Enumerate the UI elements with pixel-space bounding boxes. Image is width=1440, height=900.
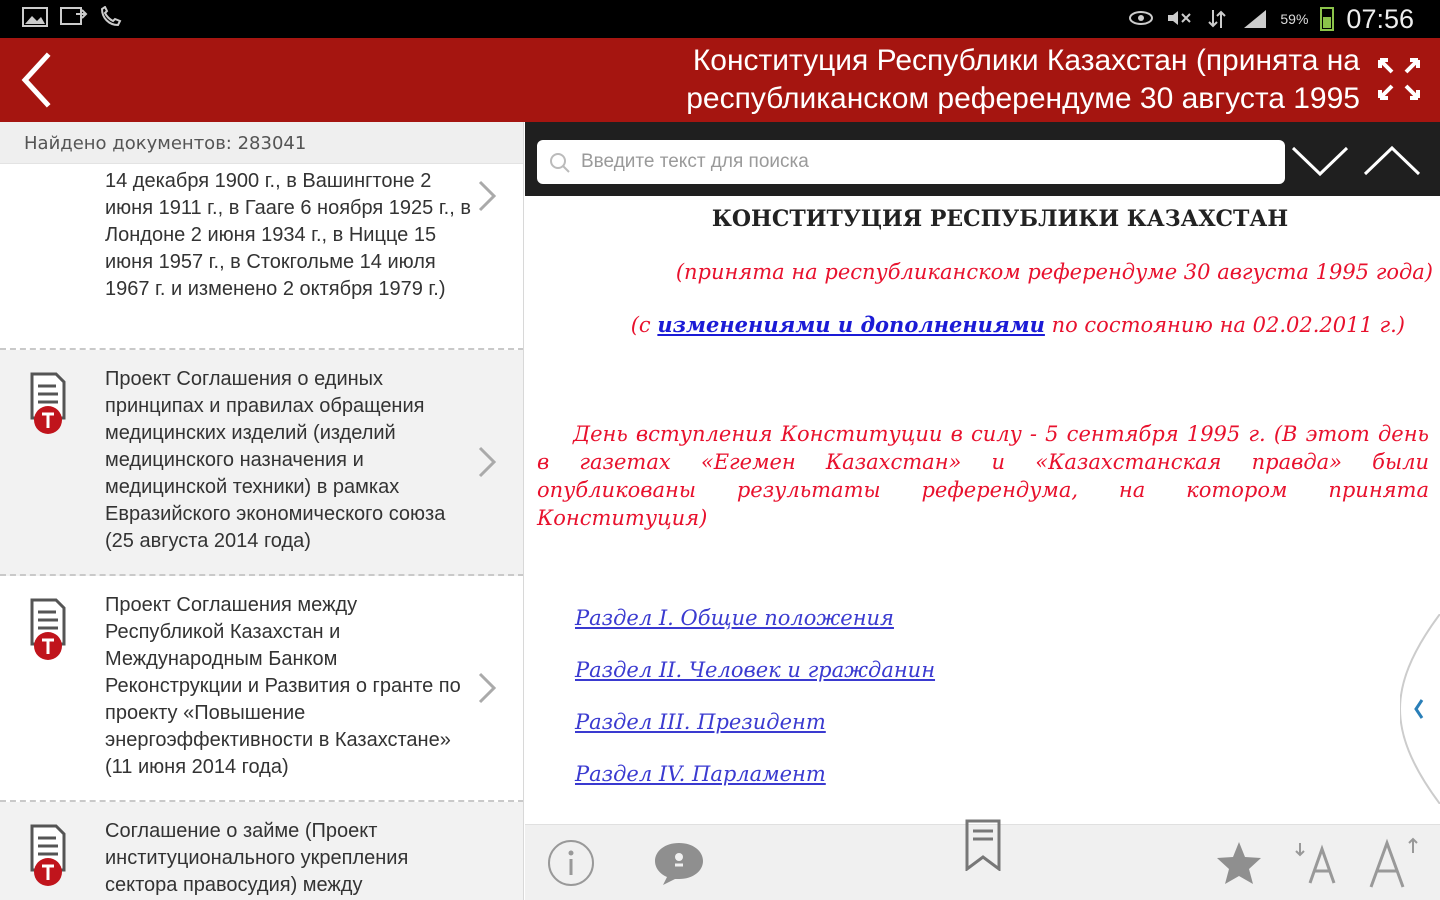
document-toolbar bbox=[525, 819, 1440, 900]
document-subtitle: (принята на республиканском референдуме … bbox=[675, 260, 1433, 284]
document-list: 14 декабря 1900 г., в Вашингтоне 2 июня … bbox=[0, 164, 523, 900]
fullscreen-icon bbox=[1378, 58, 1420, 100]
status-bar-right: 59% 07:56 bbox=[1128, 2, 1414, 36]
data-arrows-icon bbox=[1204, 8, 1230, 30]
effective-date-paragraph: День вступления Конституции в силу - 5 с… bbox=[537, 422, 1429, 530]
chevron-right-icon[interactable] bbox=[476, 670, 498, 706]
changes-prefix: (с bbox=[630, 313, 658, 337]
document-body: КОНСТИТУЦИЯ РЕСПУБЛИКИ КАЗАХСТАН (принят… bbox=[525, 196, 1440, 824]
comment-button[interactable] bbox=[653, 835, 705, 891]
search-input[interactable] bbox=[537, 140, 1285, 184]
chevron-right-icon[interactable] bbox=[476, 444, 498, 480]
bookmark-button[interactable] bbox=[961, 817, 1005, 873]
document-icon bbox=[30, 372, 66, 434]
decrease-font-button[interactable] bbox=[1293, 835, 1343, 891]
toc-link-section-1[interactable]: Раздел I. Общие положения bbox=[575, 606, 894, 630]
mute-icon bbox=[1166, 8, 1192, 30]
call-icon bbox=[98, 5, 124, 28]
document-title-line1: Конституция Республики Казахстан (принят… bbox=[692, 44, 1360, 77]
list-item-text: 14 декабря 1900 г., в Вашингтоне 2 июня … bbox=[105, 170, 471, 300]
decrease-font-icon bbox=[1295, 843, 1336, 884]
list-item[interactable]: Проект Соглашения между Республикой Каза… bbox=[0, 576, 523, 802]
document-heading: КОНСТИТУЦИЯ РЕСПУБЛИКИ КАЗАХСТАН bbox=[711, 206, 1289, 232]
back-button[interactable] bbox=[0, 38, 70, 122]
gallery-icon bbox=[22, 6, 48, 28]
back-arrow-icon bbox=[21, 52, 51, 108]
document-changes-note: (с изменениями и дополнениями по состоян… bbox=[585, 312, 1405, 337]
screen-mirror-icon bbox=[60, 6, 88, 28]
document-list-panel: Найдено документов: 283041 14 декабря 19… bbox=[0, 122, 524, 900]
comment-icon bbox=[655, 843, 703, 885]
info-icon bbox=[548, 840, 594, 886]
previous-match-button[interactable] bbox=[1361, 136, 1423, 184]
status-bar-left bbox=[22, 5, 124, 28]
toc-link-section-2[interactable]: Раздел II. Человек и гражданин bbox=[575, 658, 935, 682]
chevron-right-icon[interactable] bbox=[476, 178, 498, 214]
toc-link-section-4[interactable]: Раздел IV. Парламент bbox=[575, 762, 826, 786]
list-item-text: Проект Соглашения о единых принципах и п… bbox=[105, 368, 446, 552]
status-bar: 59% 07:56 bbox=[0, 0, 1440, 38]
list-item[interactable]: Проект Соглашения о единых принципах и п… bbox=[0, 350, 523, 576]
next-match-button[interactable] bbox=[1289, 136, 1351, 184]
side-drawer-handle[interactable] bbox=[1400, 614, 1440, 804]
increase-font-icon bbox=[1369, 837, 1418, 888]
clock: 07:56 bbox=[1346, 3, 1414, 34]
eye-icon bbox=[1128, 8, 1154, 30]
bookmark-icon bbox=[965, 819, 1001, 871]
list-item-text: Соглашение о займе (Проект институционал… bbox=[105, 820, 409, 896]
battery-percent: 59% bbox=[1280, 11, 1309, 27]
toc-link-section-3[interactable]: Раздел III. Президент bbox=[575, 710, 826, 734]
changes-suffix: по состоянию на 02.02.2011 г.) bbox=[1044, 313, 1405, 337]
document-title-line2: республиканском референдуме 30 августа 1… bbox=[686, 82, 1360, 115]
favorite-button[interactable] bbox=[1213, 835, 1265, 891]
document-view-panel: КОНСТИТУЦИЯ РЕСПУБЛИКИ КАЗАХСТАН (принят… bbox=[525, 122, 1440, 900]
increase-font-button[interactable] bbox=[1367, 835, 1423, 891]
changes-link[interactable]: изменениями и дополнениями bbox=[657, 312, 1045, 337]
document-title: Конституция Республики Казахстан (принят… bbox=[560, 42, 1360, 118]
list-item[interactable]: Соглашение о займе (Проект институционал… bbox=[0, 802, 523, 900]
search-icon bbox=[550, 153, 570, 173]
battery-icon bbox=[1320, 7, 1335, 31]
found-count: Найдено документов: 283041 bbox=[0, 122, 523, 164]
document-icon bbox=[30, 598, 66, 660]
action-bar: Конституция Республики Казахстан (принят… bbox=[0, 38, 1440, 122]
info-button[interactable] bbox=[545, 835, 597, 891]
list-item-text: Проект Соглашения между Республикой Каза… bbox=[105, 594, 461, 778]
fullscreen-button[interactable] bbox=[1374, 54, 1424, 104]
document-icon bbox=[30, 824, 66, 886]
search-bar bbox=[525, 122, 1440, 196]
star-icon bbox=[1217, 842, 1261, 884]
list-item[interactable]: 14 декабря 1900 г., в Вашингтоне 2 июня … bbox=[0, 164, 523, 350]
signal-icon bbox=[1242, 8, 1268, 30]
